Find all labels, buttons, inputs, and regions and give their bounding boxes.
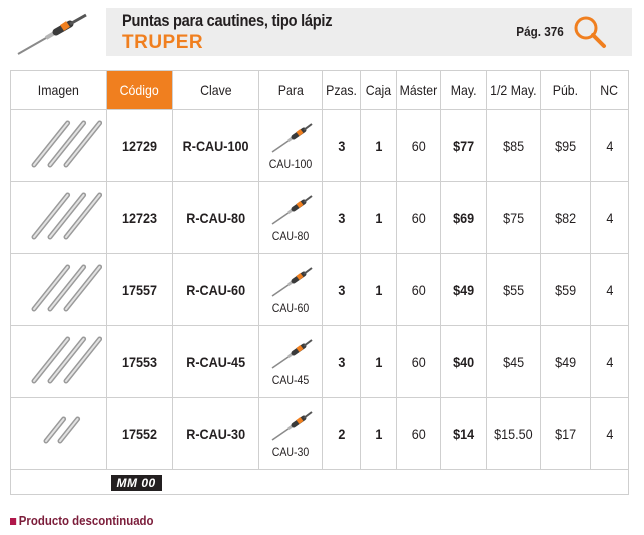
cell-pub: $59 — [540, 253, 591, 326]
para-model-label: CAU-80 — [271, 228, 310, 243]
soldering-iron-icon — [259, 193, 322, 227]
cell-nc: 4 — [590, 325, 629, 398]
col-header-caja: Caja — [360, 70, 397, 110]
soldering-iron-icon — [259, 265, 322, 299]
col-header-half-may: 1/2 May. — [486, 70, 541, 110]
tip-set-image — [10, 253, 107, 326]
table-row: 17557 R-CAU-60 CAU-60 3 1 60 $49 $55 $59 4 — [10, 253, 629, 326]
cell-codigo: 17552 — [106, 397, 173, 470]
table-footer-row: MM 00 — [10, 469, 629, 495]
cell-codigo: 12729 — [106, 109, 173, 182]
table-row: 12729 R-CAU-100 CAU-100 3 1 60 $77 $85 $95 4 — [10, 109, 629, 182]
cell-para: CAU-30 — [258, 397, 323, 470]
cell-nc: 4 — [590, 253, 629, 326]
tip-set-image — [10, 109, 107, 182]
tip-set-image — [10, 325, 107, 398]
para-model-label: CAU-30 — [271, 444, 310, 459]
cell-master: 60 — [396, 325, 441, 398]
cell-pub: $17 — [540, 397, 591, 470]
cell-pub: $95 — [540, 109, 591, 182]
cell-pub: $82 — [540, 181, 591, 254]
discontinued-legend: Producto descontinuado — [10, 513, 154, 528]
cell-caja: 1 — [360, 325, 397, 398]
search-icon[interactable] — [572, 14, 608, 50]
para-model-label: CAU-100 — [268, 156, 313, 171]
cell-nc: 4 — [590, 109, 629, 182]
discontinued-marker-icon — [10, 518, 17, 526]
cell-clave: R-CAU-45 — [172, 325, 259, 398]
cell-caja: 1 — [360, 397, 397, 470]
cell-pzas: 2 — [322, 397, 361, 470]
soldering-iron-icon — [259, 121, 322, 155]
table-row: 12723 R-CAU-80 CAU-80 3 1 60 $69 $75 $82 4 — [10, 181, 629, 254]
cell-codigo: 17553 — [106, 325, 173, 398]
cell-clave: R-CAU-100 — [172, 109, 259, 182]
page-number: Pág. 376 — [516, 24, 564, 39]
cell-caja: 1 — [360, 109, 397, 182]
cell-nc: 4 — [590, 181, 629, 254]
table-row: 17552 R-CAU-30 CAU-30 2 1 60 $14 $15.50 $17 4 — [10, 397, 629, 470]
col-header-clave: Clave — [172, 70, 259, 110]
cell-master: 60 — [396, 397, 441, 470]
cell-pub: $49 — [540, 325, 591, 398]
col-header-pzas: Pzas. — [322, 70, 361, 110]
col-header-imagen: Imagen — [10, 70, 107, 110]
col-header-codigo: Código — [106, 70, 173, 110]
para-model-label: CAU-45 — [271, 372, 310, 387]
cell-may: $14 — [440, 397, 487, 470]
soldering-iron-icon — [259, 409, 322, 443]
cell-may: $40 — [440, 325, 487, 398]
cell-pzas: 3 — [322, 253, 361, 326]
cell-para: CAU-45 — [258, 325, 323, 398]
soldering-iron-icon — [259, 337, 322, 371]
cell-nc: 4 — [590, 397, 629, 470]
table-row: 17553 R-CAU-45 CAU-45 3 1 60 $40 $45 $49 4 — [10, 325, 629, 398]
soldering-iron-icon — [17, 13, 87, 55]
cell-para: CAU-80 — [258, 181, 323, 254]
discontinued-label: Producto descontinuado — [18, 513, 154, 528]
cell-clave: R-CAU-60 — [172, 253, 259, 326]
cell-master: 60 — [396, 253, 441, 326]
mm-badge: MM 00 — [110, 474, 162, 491]
col-header-para: Para — [258, 70, 323, 110]
cell-half-may: $45 — [486, 325, 541, 398]
page-title: Puntas para cautines, tipo lápiz — [122, 11, 333, 30]
cell-may: $69 — [440, 181, 487, 254]
tip-set-image — [10, 181, 107, 254]
col-header-pub: Púb. — [540, 70, 591, 110]
para-model-label: CAU-60 — [271, 300, 310, 315]
footer-spacer — [10, 469, 107, 495]
cell-half-may: $55 — [486, 253, 541, 326]
product-table: Imagen Código Clave Para Pzas. Caja Mást… — [10, 70, 629, 495]
cell-half-may: $85 — [486, 109, 541, 182]
cell-master: 60 — [396, 181, 441, 254]
cell-para: CAU-100 — [258, 109, 323, 182]
cell-pzas: 3 — [322, 325, 361, 398]
cell-caja: 1 — [360, 181, 397, 254]
tip-set-image — [10, 397, 107, 470]
header-band: Puntas para cautines, tipo lápiz TRUPER … — [106, 8, 632, 56]
cell-may: $49 — [440, 253, 487, 326]
cell-half-may: $15.50 — [486, 397, 541, 470]
cell-pzas: 3 — [322, 109, 361, 182]
col-header-nc: NC — [590, 70, 629, 110]
cell-may: $77 — [440, 109, 487, 182]
cell-codigo: 17557 — [106, 253, 173, 326]
cell-clave: R-CAU-80 — [172, 181, 259, 254]
cell-caja: 1 — [360, 253, 397, 326]
cell-clave: R-CAU-30 — [172, 397, 259, 470]
cell-codigo: 12723 — [106, 181, 173, 254]
cell-half-may: $75 — [486, 181, 541, 254]
cell-para: CAU-60 — [258, 253, 323, 326]
cell-pzas: 3 — [322, 181, 361, 254]
col-header-may: May. — [440, 70, 487, 110]
footer-badge-cell: MM 00 — [106, 469, 629, 495]
table-header-row: Imagen Código Clave Para Pzas. Caja Mást… — [10, 70, 629, 110]
cell-master: 60 — [396, 109, 441, 182]
brand-logo: TRUPER — [122, 32, 204, 53]
col-header-master: Máster — [396, 70, 441, 110]
